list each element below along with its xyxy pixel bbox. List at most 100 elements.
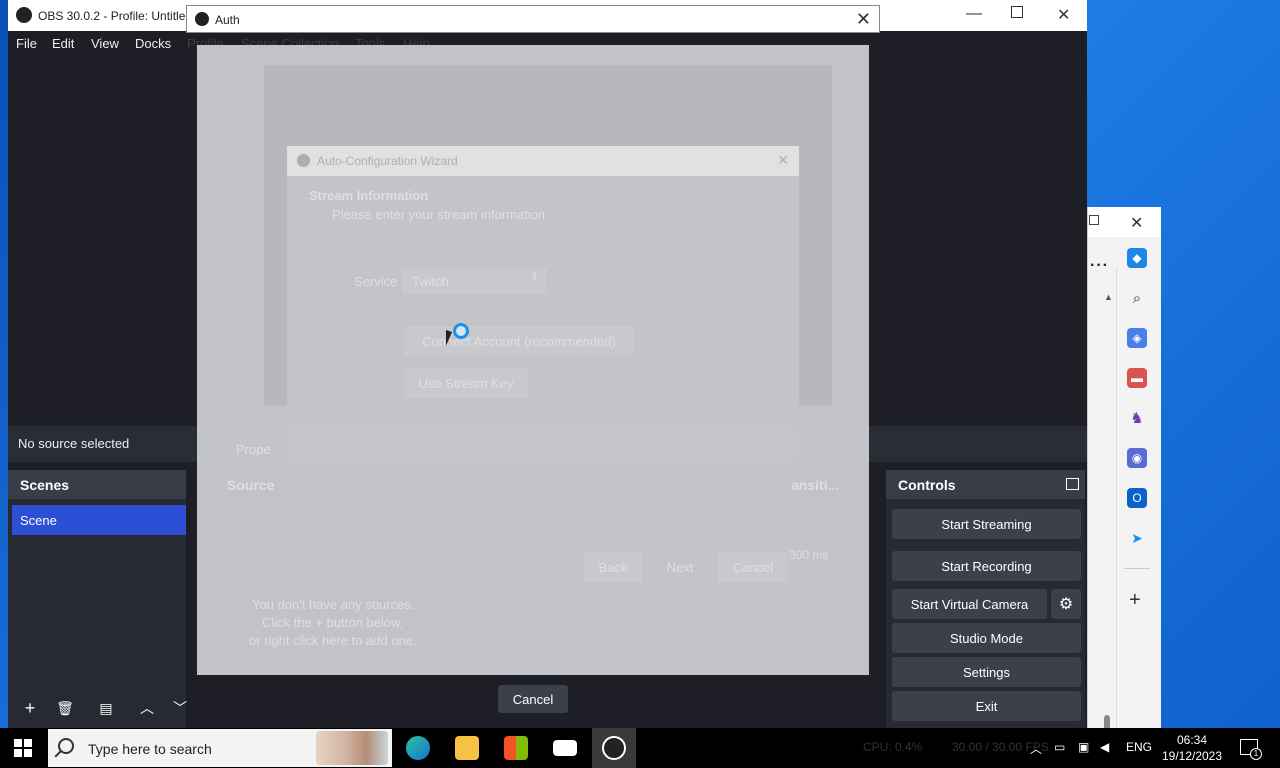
auth-dialog: Auth ✕ Auto-Configuration Wizard ✕ Strea… xyxy=(186,5,880,725)
wizard-titlebar: Auto-Configuration Wizard ✕ xyxy=(287,146,799,176)
window-title: OBS 30.0.2 - Profile: Untitled xyxy=(38,9,193,23)
maximize-icon[interactable] xyxy=(1011,6,1023,18)
more-icon[interactable]: ··· xyxy=(1090,257,1109,275)
mouse-cursor-icon xyxy=(446,330,452,346)
sources-header: Source xyxy=(227,477,275,493)
auth-titlebar: Auth ✕ xyxy=(186,5,880,33)
trash-icon[interactable]: 🗑 xyxy=(54,697,76,719)
menu-view[interactable]: View xyxy=(91,36,119,51)
send-icon[interactable]: ➤ xyxy=(1127,528,1147,548)
divider xyxy=(1116,267,1117,728)
scenes-dock: Scenes Scene + 🗑 ▤ ︿ ﹀ xyxy=(8,470,187,728)
status-cpu: CPU: 0.4% xyxy=(863,740,923,754)
volume-icon[interactable]: ◀ xyxy=(1100,740,1109,754)
search-highlight-image xyxy=(316,731,388,765)
add-scene-icon[interactable]: + xyxy=(19,697,41,719)
folder-icon xyxy=(455,736,479,760)
clock-time: 06:34 xyxy=(1176,733,1208,747)
studio-mode-button[interactable]: Studio Mode xyxy=(892,623,1081,653)
close-icon[interactable]: ✕ xyxy=(856,9,871,30)
use-stream-key-button: Use Stream Key xyxy=(404,368,528,398)
close-icon: ✕ xyxy=(777,152,789,168)
search-placeholder: Type here to search xyxy=(88,741,212,757)
obs-logo-icon xyxy=(16,7,32,23)
obs-icon xyxy=(602,736,626,760)
auth-browser-area[interactable]: Auto-Configuration Wizard ✕ Stream Infor… xyxy=(197,45,869,675)
no-source-label: No source selected xyxy=(18,436,130,451)
windows-start-icon[interactable] xyxy=(14,739,32,757)
close-icon[interactable]: ✕ xyxy=(1130,213,1143,233)
games-icon[interactable]: ♞ xyxy=(1127,408,1147,428)
tools-icon[interactable]: ▬ xyxy=(1127,368,1147,388)
filter-icon[interactable]: ▤ xyxy=(95,697,117,719)
maximize-icon[interactable] xyxy=(1089,215,1099,225)
ghost-wizard: Auto-Configuration Wizard ✕ Stream Infor… xyxy=(287,146,799,596)
duration-value: 300 ms xyxy=(789,548,829,562)
taskbar-search[interactable]: Type here to search xyxy=(48,729,392,767)
controls-header: Controls xyxy=(886,470,1085,499)
auth-cancel-button[interactable]: Cancel xyxy=(498,685,568,713)
connect-account-button: Connect Account (recommended) xyxy=(404,326,634,356)
chevron-updown-icon: ⇕ xyxy=(530,272,539,283)
auth-title: Auth xyxy=(215,13,240,27)
store-app[interactable] xyxy=(494,728,538,768)
file-explorer-app[interactable] xyxy=(445,728,489,768)
outlook-icon[interactable]: O xyxy=(1127,488,1147,508)
next-button: Next xyxy=(666,559,694,575)
shopping-tag-icon[interactable]: ◈ xyxy=(1127,328,1147,348)
settings-button[interactable]: Settings xyxy=(892,657,1081,687)
start-recording-button[interactable]: Start Recording xyxy=(892,551,1081,581)
edge-titlebar: ✕ xyxy=(1088,207,1161,237)
transitions-header: ansiti... xyxy=(791,477,840,493)
move-up-icon[interactable]: ︿ xyxy=(136,697,158,719)
divider xyxy=(1124,568,1150,569)
microsoft-365-icon[interactable]: ◉ xyxy=(1127,448,1147,468)
taskbar: Type here to search CPU: 0.4% 30.00 / 30… xyxy=(0,728,1280,768)
obs-logo-icon xyxy=(297,154,310,167)
wizard-subheading: Please enter your stream information xyxy=(332,207,546,222)
scenes-title: Scenes xyxy=(20,477,70,493)
loading-spinner-icon xyxy=(453,323,469,339)
menu-edit[interactable]: Edit xyxy=(52,36,74,51)
meet-icon[interactable]: ▭ xyxy=(1054,740,1065,754)
properties-ghost: Prope xyxy=(236,442,271,457)
start-virtual-camera-button[interactable]: Start Virtual Camera xyxy=(892,589,1047,619)
wizard-heading: Stream Information xyxy=(309,188,429,203)
notification-count: 1 xyxy=(1250,748,1262,760)
scroll-up-icon[interactable]: ▲ xyxy=(1104,292,1113,302)
menu-docks[interactable]: Docks xyxy=(135,36,171,51)
obs-app[interactable] xyxy=(592,728,636,768)
chevron-up-icon[interactable]: ︿ xyxy=(1030,740,1042,757)
controls-dock: Controls Start Streaming Start Recording… xyxy=(886,470,1085,728)
scene-item[interactable]: Scene xyxy=(12,505,186,535)
edge-sidebar: ◆ ⌕ ◈ ▬ ♞ ◉ O ➤ + xyxy=(1122,248,1152,612)
language-indicator[interactable]: ENG xyxy=(1126,740,1152,754)
edge-app[interactable] xyxy=(396,728,440,768)
back-button: Back xyxy=(584,552,642,582)
obs-logo-icon xyxy=(195,12,209,26)
wizard-title: Auto-Configuration Wizard xyxy=(317,154,458,168)
close-icon[interactable]: ✕ xyxy=(1057,5,1070,25)
add-icon[interactable]: + xyxy=(1129,589,1152,612)
service-value: Twitch xyxy=(412,274,449,289)
search-icon xyxy=(58,738,74,754)
mail-icon xyxy=(553,740,577,756)
float-dock-icon[interactable] xyxy=(1066,478,1079,490)
scenes-header: Scenes xyxy=(8,470,186,499)
minimize-icon[interactable]: — xyxy=(966,5,982,23)
clock-date: 19/12/2023 xyxy=(1161,749,1223,763)
service-select: Twitch ⇕ xyxy=(402,268,547,294)
start-streaming-button[interactable]: Start Streaming xyxy=(892,509,1081,539)
gear-icon[interactable]: ⚙ xyxy=(1051,589,1081,619)
search-icon[interactable]: ⌕ xyxy=(1127,288,1147,308)
mail-app[interactable] xyxy=(543,728,587,768)
network-icon[interactable]: ▣ xyxy=(1078,740,1089,754)
empty-sources-line1: You don't have any sources. xyxy=(252,597,415,612)
scenes-toolbar: + 🗑 ▤ ︿ ﹀ xyxy=(8,688,187,728)
service-label: Service xyxy=(354,274,398,289)
copilot-icon[interactable]: ◆ xyxy=(1127,248,1147,268)
clock[interactable]: 06:34 19/12/2023 xyxy=(1160,732,1224,764)
store-icon xyxy=(504,736,528,760)
menu-file[interactable]: File xyxy=(16,36,37,51)
exit-button[interactable]: Exit xyxy=(892,691,1081,721)
